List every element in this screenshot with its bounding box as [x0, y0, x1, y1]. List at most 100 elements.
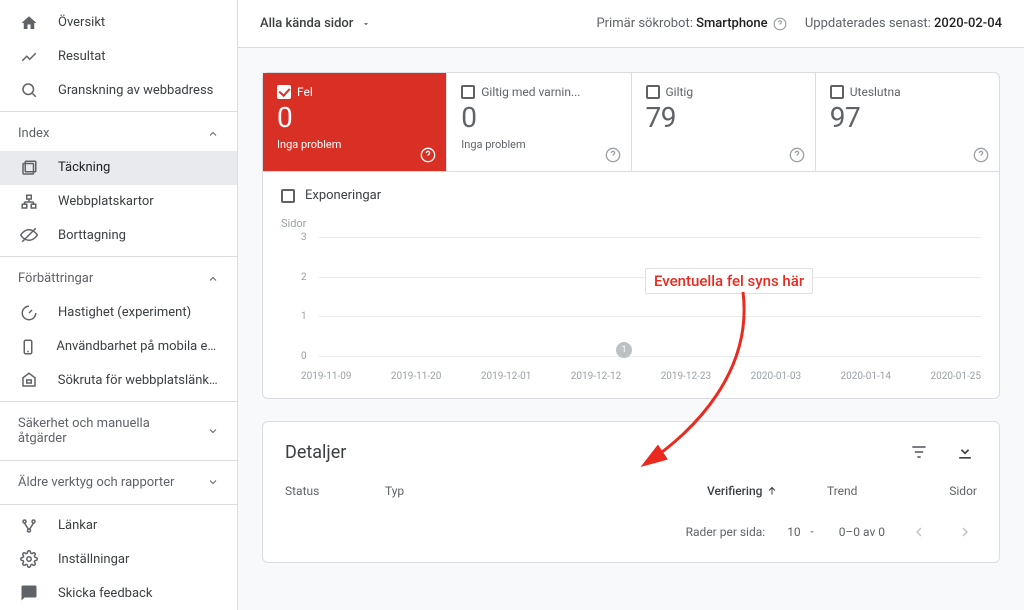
details-card: Detaljer Status Typ Verifiering Trend Si… [262, 421, 1000, 563]
updated-info: Uppdaterades senast: 2020-02-04 [805, 16, 1002, 31]
help-icon[interactable] [789, 147, 805, 163]
sidebar-group-label: Äldre verktyg och rapporter [18, 475, 174, 490]
phone-icon [18, 338, 38, 356]
sidebar: Översikt Resultat Granskning av webbadre… [0, 0, 238, 610]
chevron-down-icon [207, 425, 219, 437]
sidebar-group-label: Förbättringar [18, 271, 93, 286]
sidebar-group-label: Index [18, 126, 49, 141]
topbar: Alla kända sidor Primär sökrobot: Smartp… [238, 0, 1024, 48]
chart: 3 2 1 0 1 2019-11-09 2019-11-20 2019-12-… [281, 232, 981, 382]
sidebar-item-speed[interactable]: Hastighet (experiment) [0, 296, 237, 330]
xtick: 2019-11-20 [391, 371, 442, 382]
sidebar-item-sitemaps[interactable]: Webbplatskartor [0, 185, 237, 219]
metric-title: Giltig med varnin... [481, 85, 580, 99]
sidebar-group-legacy[interactable]: Äldre verktyg och rapporter [0, 465, 237, 500]
col-pages[interactable]: Sidor [917, 484, 977, 498]
speed-icon [18, 304, 40, 322]
robot-info: Primär sökrobot: Smartphone [596, 16, 786, 31]
sidebar-item-mobile[interactable]: Användbarhet på mobila enh... [0, 330, 237, 364]
next-page-button[interactable] [953, 520, 977, 544]
yaxis-label: Sidor [281, 217, 981, 230]
sidebar-group-label: Säkerhet och manuella åtgärder [18, 416, 178, 446]
sidebar-item-label: Användbarhet på mobila enh... [56, 339, 219, 354]
dropdown-arrow-icon [361, 19, 371, 29]
checkbox-icon [461, 85, 475, 99]
col-type[interactable]: Typ [385, 484, 707, 498]
details-title: Detaljer [285, 442, 346, 463]
sidebar-group-security[interactable]: Säkerhet och manuella åtgärder [0, 406, 237, 456]
sidebar-item-url-inspect[interactable]: Granskning av webbadress [0, 73, 237, 107]
metric-valid[interactable]: Giltig 79 [632, 73, 816, 171]
checkbox-icon [277, 85, 291, 99]
table-header: Status Typ Verifiering Trend Sidor [263, 468, 999, 510]
metric-sub: Inga problem [277, 138, 432, 151]
prev-page-button[interactable] [907, 520, 931, 544]
ytick: 0 [301, 351, 319, 362]
metric-warning[interactable]: Giltig med varnin... 0 Inga problem [447, 73, 631, 171]
sidebar-item-label: Borttagning [58, 228, 126, 243]
annotation-label: Eventuella fel syns här [645, 268, 813, 294]
sidebar-item-label: Resultat [58, 49, 106, 64]
sidebar-group-index[interactable]: Index [0, 116, 237, 151]
download-button[interactable] [953, 440, 977, 464]
metric-value: 0 [461, 101, 616, 134]
chevron-up-icon [207, 128, 219, 140]
help-icon[interactable] [773, 17, 787, 31]
help-icon[interactable] [605, 147, 621, 163]
gear-icon [18, 550, 40, 568]
chevron-up-icon [207, 273, 219, 285]
divider [0, 256, 237, 257]
sort-asc-icon [766, 485, 778, 497]
metric-title: Uteslutna [850, 85, 901, 99]
page-range: 0–0 av 0 [839, 525, 885, 539]
col-trend[interactable]: Trend [827, 484, 917, 498]
sidebar-item-settings[interactable]: Inställningar [0, 543, 237, 577]
coverage-card: Fel 0 Inga problem Giltig med varnin... … [262, 72, 1000, 399]
filter-button[interactable] [907, 440, 931, 464]
sidebar-item-removal[interactable]: Borttagning [0, 219, 237, 253]
sidebar-item-label: Hastighet (experiment) [58, 305, 191, 320]
main: Alla kända sidor Primär sökrobot: Smartp… [238, 0, 1024, 610]
chart-event-marker[interactable]: 1 [616, 342, 632, 358]
metric-sub: Inga problem [461, 138, 616, 151]
metric-value: 97 [830, 101, 985, 134]
sidebar-item-links[interactable]: Länkar [0, 509, 237, 543]
sidebar-item-label: Inställningar [58, 552, 129, 567]
sidebar-item-label: Täckning [58, 160, 110, 175]
xtick: 2019-12-01 [481, 371, 532, 382]
metric-error[interactable]: Fel 0 Inga problem [263, 73, 447, 171]
ytick: 3 [301, 232, 319, 243]
chart-line-icon [18, 48, 40, 66]
sitelinks-icon [18, 371, 40, 389]
checkbox-icon [281, 189, 295, 203]
sidebar-item-label: Skicka feedback [58, 586, 152, 601]
rows-per-page-select[interactable]: 10 [787, 525, 817, 539]
sidebar-item-performance[interactable]: Resultat [0, 40, 237, 74]
checkbox-icon [646, 85, 660, 99]
eye-off-icon [18, 226, 40, 244]
help-icon[interactable] [973, 147, 989, 163]
col-status[interactable]: Status [285, 484, 385, 498]
metric-value: 0 [277, 101, 432, 134]
sidebar-item-label: Översikt [58, 15, 105, 30]
sidebar-item-overview[interactable]: Översikt [0, 6, 237, 40]
xtick: 2019-11-09 [301, 371, 352, 382]
col-verification[interactable]: Verifiering [707, 484, 827, 498]
xtick: 2020-01-03 [751, 371, 802, 382]
sidebar-group-improve[interactable]: Förbättringar [0, 261, 237, 296]
divider [0, 401, 237, 402]
impressions-toggle[interactable]: Exponeringar [281, 182, 981, 217]
ytick: 1 [301, 311, 319, 322]
layers-icon [18, 159, 40, 177]
sidebar-item-coverage[interactable]: Täckning [0, 151, 237, 185]
checkbox-icon [830, 85, 844, 99]
sidebar-item-sitelinks[interactable]: Sökruta för webbplatslänkar [0, 364, 237, 398]
metric-title: Giltig [666, 85, 694, 99]
filter-dropdown[interactable]: Alla kända sidor [260, 16, 371, 31]
sidebar-item-label: Länkar [58, 518, 97, 533]
sidebar-item-feedback[interactable]: Skicka feedback [0, 576, 237, 610]
xtick: 2020-01-25 [930, 371, 981, 382]
help-icon[interactable] [420, 147, 436, 163]
metric-excluded[interactable]: Uteslutna 97 [816, 73, 999, 171]
metric-value: 79 [646, 101, 801, 134]
